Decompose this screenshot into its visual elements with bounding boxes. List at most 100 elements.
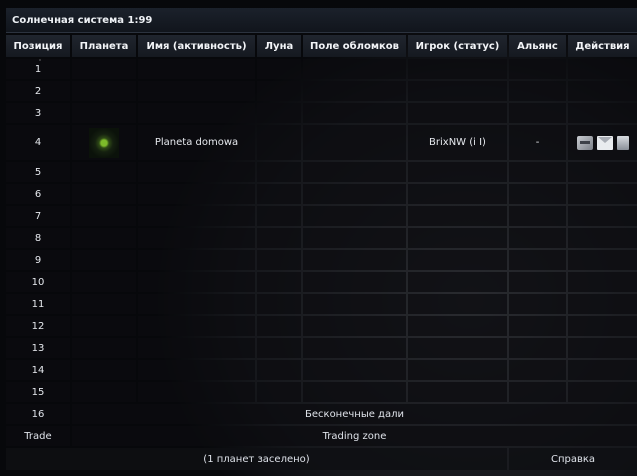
player-name <box>408 59 507 79</box>
actions-cell <box>568 103 637 123</box>
player-name <box>408 228 507 248</box>
row-position: 12 <box>6 316 70 336</box>
actions-cell <box>568 294 637 314</box>
moon-cell <box>257 81 301 101</box>
planet-name <box>138 272 255 292</box>
alliance-cell <box>509 250 566 270</box>
alliance-cell: - <box>509 125 566 160</box>
row-position: 11 <box>6 294 70 314</box>
table-row: 15 <box>6 382 637 402</box>
debris-cell <box>303 206 406 226</box>
header-planet: Планета <box>72 35 136 57</box>
planet-name <box>138 103 255 123</box>
table-row: 4 Planeta domowa BrixNW (i I) - <box>6 125 637 160</box>
planet-name <box>138 228 255 248</box>
planet-name <box>138 382 255 402</box>
debris-cell <box>303 184 406 204</box>
moon-cell <box>257 59 301 79</box>
planet-name <box>138 294 255 314</box>
moon-cell <box>257 162 301 182</box>
planet-name[interactable]: Planeta domowa <box>138 125 255 160</box>
debris-cell <box>303 360 406 380</box>
debris-cell <box>303 294 406 314</box>
row-position: Trade <box>6 426 70 446</box>
table-row: 13 <box>6 338 637 358</box>
row-16: 16 Бесконечные дали <box>6 404 637 424</box>
player-name <box>408 81 507 101</box>
planet-cell <box>72 316 136 336</box>
actions-cell <box>568 184 637 204</box>
planet-image[interactable] <box>89 127 119 158</box>
system-title: Солнечная система 1:99 <box>6 8 637 33</box>
actions-cell <box>568 125 637 160</box>
alliance-cell <box>509 360 566 380</box>
expedition-link[interactable]: Бесконечные дали <box>72 404 637 424</box>
row-position: 7 <box>6 206 70 226</box>
planet-cell <box>72 206 136 226</box>
footer-row: (1 планет заселено) Справка <box>6 448 637 470</box>
moon-cell <box>257 125 301 160</box>
alliance-cell <box>509 206 566 226</box>
alliance-cell <box>509 59 566 79</box>
planet-name <box>138 338 255 358</box>
row-position: 2 <box>6 81 70 101</box>
planet-cell <box>72 294 136 314</box>
planet-cell <box>72 382 136 402</box>
table-row: 11 <box>6 294 637 314</box>
debris-cell <box>303 162 406 182</box>
planet-name <box>138 162 255 182</box>
alliance-cell <box>509 184 566 204</box>
row-position: 6 <box>6 184 70 204</box>
debris-cell <box>303 125 406 160</box>
planet-name <box>138 250 255 270</box>
help-link[interactable]: Справка <box>509 448 637 470</box>
player-name[interactable]: BrixNW (i I) <box>408 125 507 160</box>
table-row: 10 <box>6 272 637 292</box>
player-name <box>408 360 507 380</box>
header-debris: Поле обломков <box>303 35 406 57</box>
row-position: 14 <box>6 360 70 380</box>
planet-cell <box>72 184 136 204</box>
planet-cell[interactable] <box>72 125 136 160</box>
buddy-request-icon[interactable] <box>616 135 629 150</box>
debris-cell <box>303 103 406 123</box>
colonized-summary: (1 планет заселено) <box>6 448 507 470</box>
galaxy-table: Солнечная система 1:99 Позиция Планета И… <box>4 6 637 472</box>
message-icon[interactable] <box>596 135 613 150</box>
debris-cell <box>303 316 406 336</box>
player-name <box>408 294 507 314</box>
alliance-cell <box>509 316 566 336</box>
actions-cell <box>568 59 637 79</box>
debris-cell <box>303 382 406 402</box>
row-position: 13 <box>6 338 70 358</box>
table-row: 8 <box>6 228 637 248</box>
planet-name <box>138 316 255 336</box>
actions-cell <box>568 272 637 292</box>
planet-cell <box>72 272 136 292</box>
header-actions: Действия <box>568 35 637 57</box>
moon-cell <box>257 382 301 402</box>
actions-cell <box>568 316 637 336</box>
planet-name <box>138 206 255 226</box>
header-moon: Луна <box>257 35 301 57</box>
trading-zone-link[interactable]: Trading zone <box>72 426 637 446</box>
planet-name <box>138 360 255 380</box>
player-name <box>408 103 507 123</box>
moon-cell <box>257 360 301 380</box>
moon-cell <box>257 338 301 358</box>
table-row: 9 <box>6 250 637 270</box>
planet-cell <box>72 59 136 79</box>
player-name <box>408 162 507 182</box>
row-position: 4 <box>6 125 70 160</box>
table-row: 7 <box>6 206 637 226</box>
planet-cell <box>72 250 136 270</box>
spy-icon[interactable] <box>576 135 593 150</box>
row-position: 5 <box>6 162 70 182</box>
header-name: Имя (активность) <box>138 35 255 57</box>
moon-cell <box>257 272 301 292</box>
actions-cell <box>568 81 637 101</box>
actions-cell <box>568 250 637 270</box>
planet-cell <box>72 228 136 248</box>
debris-cell <box>303 250 406 270</box>
moon-cell <box>257 250 301 270</box>
